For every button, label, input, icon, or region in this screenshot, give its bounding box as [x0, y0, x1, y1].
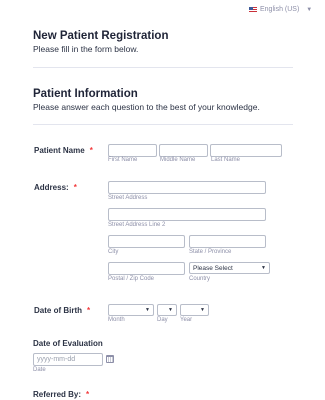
patient-name-label: Patient Name * — [34, 146, 93, 155]
us-flag-icon — [249, 6, 257, 13]
divider — [33, 67, 293, 68]
language-label: English (US) — [260, 6, 300, 13]
page-subtitle: Please fill in the form below. — [33, 44, 139, 54]
address-label: Address: * — [34, 183, 77, 192]
chevron-down-icon: ▼ — [168, 307, 173, 313]
street-address-line2-input[interactable] — [108, 208, 266, 221]
evaluation-date-label: Date of Evaluation — [33, 339, 103, 348]
section-title: Patient Information — [33, 88, 138, 100]
state-input[interactable] — [189, 235, 266, 248]
dob-month-select[interactable]: ▼ — [108, 304, 154, 316]
country-select[interactable]: Please Select ▼ — [189, 262, 270, 274]
street-address-input[interactable] — [108, 181, 266, 194]
page-title: New Patient Registration — [33, 30, 169, 42]
required-marker: * — [86, 390, 90, 399]
divider — [33, 124, 293, 125]
evaluation-date-input[interactable]: yyyy-mm-dd — [33, 353, 103, 366]
last-name-input[interactable] — [210, 144, 282, 157]
chevron-down-icon: ▼ — [261, 265, 266, 271]
city-input[interactable] — [108, 235, 185, 248]
dob-year-select[interactable]: ▼ — [180, 304, 209, 316]
required-marker: * — [73, 183, 77, 192]
street-address-line2-sublabel: Street Address Line 2 — [108, 222, 166, 228]
chevron-down-icon: ▼ — [306, 6, 313, 13]
street-address-sublabel: Street Address — [108, 195, 148, 201]
required-marker: * — [89, 146, 93, 155]
first-name-sublabel: First Name — [108, 157, 138, 163]
language-selector[interactable]: English (US) ▼ — [249, 6, 312, 13]
state-sublabel: State / Province — [189, 249, 232, 255]
required-marker: * — [87, 306, 91, 315]
calendar-icon[interactable] — [106, 355, 114, 363]
city-sublabel: City — [108, 249, 119, 255]
evaluation-date-sublabel: Date — [33, 367, 46, 373]
chevron-down-icon: ▼ — [200, 307, 205, 313]
middle-name-input[interactable] — [159, 144, 208, 157]
dob-month-sublabel: Month — [108, 317, 125, 323]
dob-day-select[interactable]: ▼ — [157, 304, 177, 316]
postal-code-input[interactable] — [108, 262, 185, 275]
middle-name-sublabel: Middle Name — [160, 157, 196, 163]
last-name-sublabel: Last Name — [211, 157, 241, 163]
dob-day-sublabel: Day — [157, 317, 168, 323]
first-name-input[interactable] — [108, 144, 157, 157]
country-sublabel: Country — [189, 276, 211, 282]
dob-label: Date of Birth * — [34, 306, 91, 315]
dob-year-sublabel: Year — [180, 317, 193, 323]
chevron-down-icon: ▼ — [145, 307, 150, 313]
referred-by-label: Referred By: * — [33, 390, 90, 399]
postal-code-sublabel: Postal / Zip Code — [108, 276, 155, 282]
section-subtitle: Please answer each question to the best … — [33, 102, 260, 112]
